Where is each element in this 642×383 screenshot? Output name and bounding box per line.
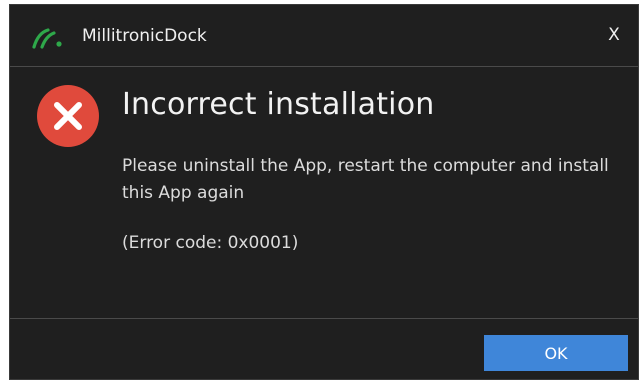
close-button[interactable]: X (592, 15, 636, 55)
title-bar: MillitronicDock X (10, 5, 638, 67)
error-code: (Error code: 0x0001) (122, 233, 299, 253)
error-icon (36, 84, 100, 148)
dialog-footer: OK (10, 318, 638, 380)
ok-button[interactable]: OK (484, 335, 628, 371)
error-message: Please uninstall the App, restart the co… (122, 156, 609, 203)
window-title: MillitronicDock (82, 26, 207, 46)
millitronic-logo-icon (30, 27, 66, 49)
error-dialog: MillitronicDock X Incorrect installation… (9, 4, 639, 380)
dialog-heading: Incorrect installation (122, 87, 435, 122)
